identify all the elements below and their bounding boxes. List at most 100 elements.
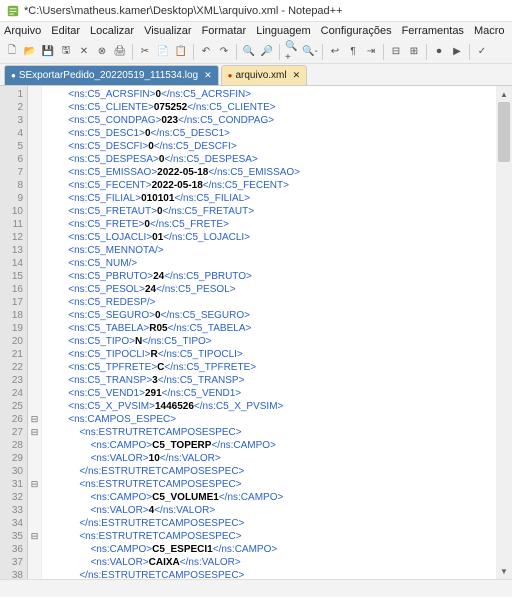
fold-toggle [28, 400, 41, 413]
chars-button[interactable]: ¶ [345, 44, 361, 60]
fold-button[interactable]: ⊟ [388, 44, 404, 60]
code-line[interactable]: <ns:CAMPOS_ESPEC> [46, 413, 512, 426]
code-line[interactable]: <ns:C5_FECENT>2022-05-18</ns:C5_FECENT> [46, 179, 512, 192]
code-line[interactable]: </ns:ESTRUTRETCAMPOSESPEC> [46, 517, 512, 530]
line-number: 33 [0, 504, 23, 517]
redo-button[interactable]: ↷ [216, 44, 232, 60]
code-line[interactable]: <ns:C5_CONDPAG>023</ns:C5_CONDPAG> [46, 114, 512, 127]
code-line[interactable]: <ns:C5_FRETAUT>0</ns:C5_FRETAUT> [46, 205, 512, 218]
code-line[interactable]: <ns:C5_DESCFI>0</ns:C5_DESCFI> [46, 140, 512, 153]
play-button[interactable]: ▶ [449, 44, 465, 60]
code-line[interactable]: <ns:C5_TRANSP>3</ns:C5_TRANSP> [46, 374, 512, 387]
spell-button[interactable]: ✓ [474, 44, 490, 60]
undo-button[interactable]: ↶ [198, 44, 214, 60]
scroll-up-arrow[interactable]: ▲ [496, 86, 512, 102]
close-tab-icon[interactable]: ✕ [293, 70, 301, 81]
tab-inactive[interactable]: ●SExportarPedido_20220519_111534.log✕ [4, 65, 219, 85]
code-content[interactable]: <ns:C5_ACRSFIN>0</ns:C5_ACRSFIN> <ns:C5_… [42, 86, 512, 579]
code-line[interactable]: <ns:C5_DESC1>0</ns:C5_DESC1> [46, 127, 512, 140]
replace-button[interactable]: 🔎 [259, 44, 275, 60]
line-number: 26 [0, 413, 23, 426]
code-line[interactable]: <ns:C5_TIPO>N</ns:C5_TIPO> [46, 335, 512, 348]
code-line[interactable]: <ns:C5_ACRSFIN>0</ns:C5_ACRSFIN> [46, 88, 512, 101]
zoomin-button[interactable]: 🔍+ [284, 44, 300, 60]
line-number: 37 [0, 556, 23, 569]
code-line[interactable]: <ns:C5_MENNOTA/> [46, 244, 512, 257]
menu-localizar[interactable]: Localizar [90, 25, 134, 37]
code-line[interactable]: <ns:C5_CLIENTE>075252</ns:C5_CLIENTE> [46, 101, 512, 114]
fold-toggle[interactable]: ⊟ [28, 413, 41, 426]
line-number: 6 [0, 153, 23, 166]
wrap-button[interactable]: ↩ [327, 44, 343, 60]
code-line[interactable]: <ns:C5_NUM/> [46, 257, 512, 270]
scroll-down-arrow[interactable]: ▼ [496, 563, 512, 579]
menu-arquivo[interactable]: Arquivo [4, 25, 41, 37]
closeall-button[interactable]: ⊗ [94, 44, 110, 60]
menu-editar[interactable]: Editar [51, 25, 80, 37]
paste-button[interactable]: 📋 [173, 44, 189, 60]
menu-formatar[interactable]: Formatar [202, 25, 247, 37]
menu-configurações[interactable]: Configurações [321, 25, 392, 37]
line-number: 28 [0, 439, 23, 452]
menu-macro[interactable]: Macro [474, 25, 505, 37]
title-bar: *C:\Users\matheus.kamer\Desktop\XML\arqu… [0, 0, 512, 22]
code-line[interactable]: <ns:C5_SEGURO>0</ns:C5_SEGURO> [46, 309, 512, 322]
code-line[interactable]: <ns:CAMPO>C5_VOLUME1</ns:CAMPO> [46, 491, 512, 504]
save-button[interactable]: 💾 [40, 44, 56, 60]
code-line[interactable]: <ns:ESTRUTRETCAMPOSESPEC> [46, 426, 512, 439]
menu-bar: Arquivo Editar Localizar Visualizar Formatar… [0, 22, 512, 40]
code-line[interactable]: <ns:C5_PESOL>24</ns:C5_PESOL> [46, 283, 512, 296]
print-button[interactable]: 🖨 [112, 44, 128, 60]
saveall-button[interactable]: 🖫 [58, 44, 74, 60]
code-line[interactable]: </ns:ESTRUTRETCAMPOSESPEC> [46, 569, 512, 579]
code-line[interactable]: <ns:C5_TABELA>R05</ns:C5_TABELA> [46, 322, 512, 335]
close-tab-icon[interactable]: ✕ [204, 70, 212, 81]
copy-button[interactable]: 📄 [155, 44, 171, 60]
fold-toggle[interactable]: ⊟ [28, 530, 41, 543]
new-button[interactable]: 🗋 [4, 44, 20, 60]
vertical-scrollbar[interactable]: ▲ ▼ [496, 86, 512, 579]
code-line[interactable]: <ns:C5_EMISSAO>2022-05-18</ns:C5_EMISSAO… [46, 166, 512, 179]
code-line[interactable]: <ns:C5_LOJACLI>01</ns:C5_LOJACLI> [46, 231, 512, 244]
menu-ferramentas[interactable]: Ferramentas [402, 25, 464, 37]
fold-toggle [28, 569, 41, 579]
fold-toggle [28, 452, 41, 465]
line-number: 7 [0, 166, 23, 179]
code-line[interactable]: <ns:C5_X_PVSIM>1446526</ns:C5_X_PVSIM> [46, 400, 512, 413]
code-line[interactable]: <ns:CAMPO>C5_ESPECI1</ns:CAMPO> [46, 543, 512, 556]
fold-toggle [28, 244, 41, 257]
menu-visualizar[interactable]: Visualizar [144, 25, 192, 37]
unfold-button[interactable]: ⊞ [406, 44, 422, 60]
code-line[interactable]: <ns:C5_TPFRETE>C</ns:C5_TPFRETE> [46, 361, 512, 374]
code-line[interactable]: <ns:C5_FILIAL>010101</ns:C5_FILIAL> [46, 192, 512, 205]
fold-toggle[interactable]: ⊟ [28, 426, 41, 439]
cut-button[interactable]: ✂ [137, 44, 153, 60]
open-button[interactable]: 📂 [22, 44, 38, 60]
fold-toggle [28, 465, 41, 478]
code-line[interactable]: <ns:VALOR>4</ns:VALOR> [46, 504, 512, 517]
rec-button[interactable]: ⏺ [431, 44, 447, 60]
code-line[interactable]: <ns:CAMPO>C5_TOPERP</ns:CAMPO> [46, 439, 512, 452]
line-number: 30 [0, 465, 23, 478]
code-line[interactable]: <ns:ESTRUTRETCAMPOSESPEC> [46, 478, 512, 491]
fold-toggle[interactable]: ⊟ [28, 478, 41, 491]
fold-toggle [28, 257, 41, 270]
scroll-thumb[interactable] [498, 102, 510, 162]
code-line[interactable]: <ns:C5_VEND1>291</ns:C5_VEND1> [46, 387, 512, 400]
code-line[interactable]: <ns:C5_PBRUTO>24</ns:C5_PBRUTO> [46, 270, 512, 283]
find-button[interactable]: 🔍 [241, 44, 257, 60]
code-line[interactable]: <ns:C5_DESPESA>0</ns:C5_DESPESA> [46, 153, 512, 166]
code-line[interactable]: <ns:C5_TIPOCLI>R</ns:C5_TIPOCLI> [46, 348, 512, 361]
code-line[interactable]: <ns:VALOR>CAIXA</ns:VALOR> [46, 556, 512, 569]
code-line[interactable]: <ns:C5_REDESP/> [46, 296, 512, 309]
code-line[interactable]: <ns:VALOR>10</ns:VALOR> [46, 452, 512, 465]
close-button[interactable]: ✕ [76, 44, 92, 60]
fold-gutter: ⊟⊟⊟⊟⊟⊟⊟⊟⊟ [28, 86, 42, 579]
code-line[interactable]: </ns:ESTRUTRETCAMPOSESPEC> [46, 465, 512, 478]
indent-button[interactable]: ⇥ [363, 44, 379, 60]
code-line[interactable]: <ns:C5_FRETE>0</ns:C5_FRETE> [46, 218, 512, 231]
zoomout-button[interactable]: 🔍- [302, 44, 318, 60]
code-line[interactable]: <ns:ESTRUTRETCAMPOSESPEC> [46, 530, 512, 543]
tab-active[interactable]: ●arquivo.xml✕ [221, 65, 308, 85]
menu-linguagem[interactable]: Linguagem [256, 25, 310, 37]
